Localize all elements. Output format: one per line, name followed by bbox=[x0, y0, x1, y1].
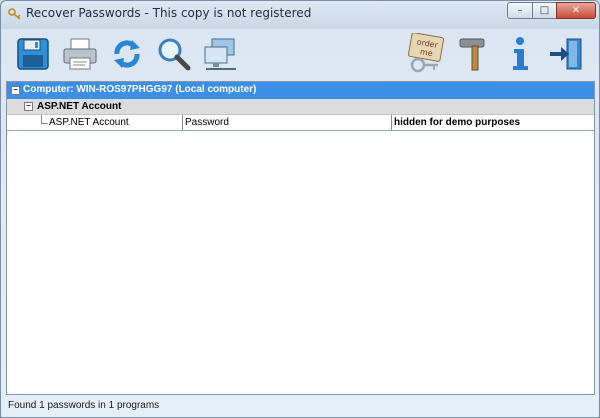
maximize-icon: □ bbox=[539, 5, 550, 16]
print-button[interactable] bbox=[58, 32, 102, 76]
column-divider bbox=[182, 115, 183, 130]
search-button[interactable] bbox=[152, 32, 196, 76]
group-label: ASP.NET Account bbox=[37, 101, 122, 112]
collapse-icon[interactable]: − bbox=[24, 102, 33, 111]
collapse-icon[interactable]: − bbox=[11, 86, 20, 95]
network-computer-icon bbox=[204, 38, 236, 70]
exit-icon bbox=[550, 38, 582, 70]
save-button[interactable] bbox=[11, 32, 55, 76]
order-me-button[interactable]: order me bbox=[404, 32, 448, 76]
password-value-cell: hidden for demo purposes bbox=[394, 117, 521, 128]
refresh-icon bbox=[114, 40, 140, 68]
password-tree: − Computer: WIN-ROS97PHGG97 (Local compu… bbox=[6, 81, 595, 395]
minimize-button[interactable]: – bbox=[507, 2, 533, 19]
save-icon bbox=[17, 38, 49, 70]
close-icon: ✕ bbox=[571, 5, 581, 16]
field-cell: Password bbox=[185, 117, 229, 128]
hammer-button[interactable] bbox=[452, 32, 496, 76]
minimize-icon: – bbox=[517, 5, 523, 16]
computer-row[interactable]: − Computer: WIN-ROS97PHGG97 (Local compu… bbox=[7, 82, 594, 99]
info-icon bbox=[513, 37, 528, 70]
maximize-button[interactable]: □ bbox=[532, 2, 557, 19]
group-row[interactable]: − ASP.NET Account bbox=[7, 99, 594, 115]
search-icon bbox=[158, 38, 191, 71]
window-title: Recover Passwords - This copy is not reg… bbox=[26, 6, 312, 20]
info-button[interactable] bbox=[498, 32, 542, 76]
tree-connector bbox=[41, 123, 48, 124]
network-computer-button[interactable] bbox=[199, 32, 243, 76]
table-row[interactable]: ASP.NET Account Password hidden for demo… bbox=[7, 115, 594, 131]
toolbar: order me bbox=[4, 28, 596, 80]
hammer-icon bbox=[459, 38, 485, 71]
status-bar: Found 1 passwords in 1 programs bbox=[1, 397, 599, 417]
column-divider bbox=[391, 115, 392, 130]
close-button[interactable]: ✕ bbox=[556, 2, 596, 19]
exit-button[interactable] bbox=[544, 32, 588, 76]
status-text: Found 1 passwords in 1 programs bbox=[8, 400, 160, 411]
title-bar[interactable]: Recover Passwords - This copy is not reg… bbox=[1, 1, 599, 27]
refresh-button[interactable] bbox=[105, 32, 149, 76]
computer-label: Computer: WIN-ROS97PHGG97 (Local compute… bbox=[23, 84, 257, 95]
app-window: Recover Passwords - This copy is not reg… bbox=[0, 0, 600, 418]
order-me-icon: order me bbox=[407, 33, 445, 73]
key-icon bbox=[8, 8, 21, 20]
program-cell: ASP.NET Account bbox=[49, 117, 129, 128]
print-icon bbox=[63, 38, 97, 70]
